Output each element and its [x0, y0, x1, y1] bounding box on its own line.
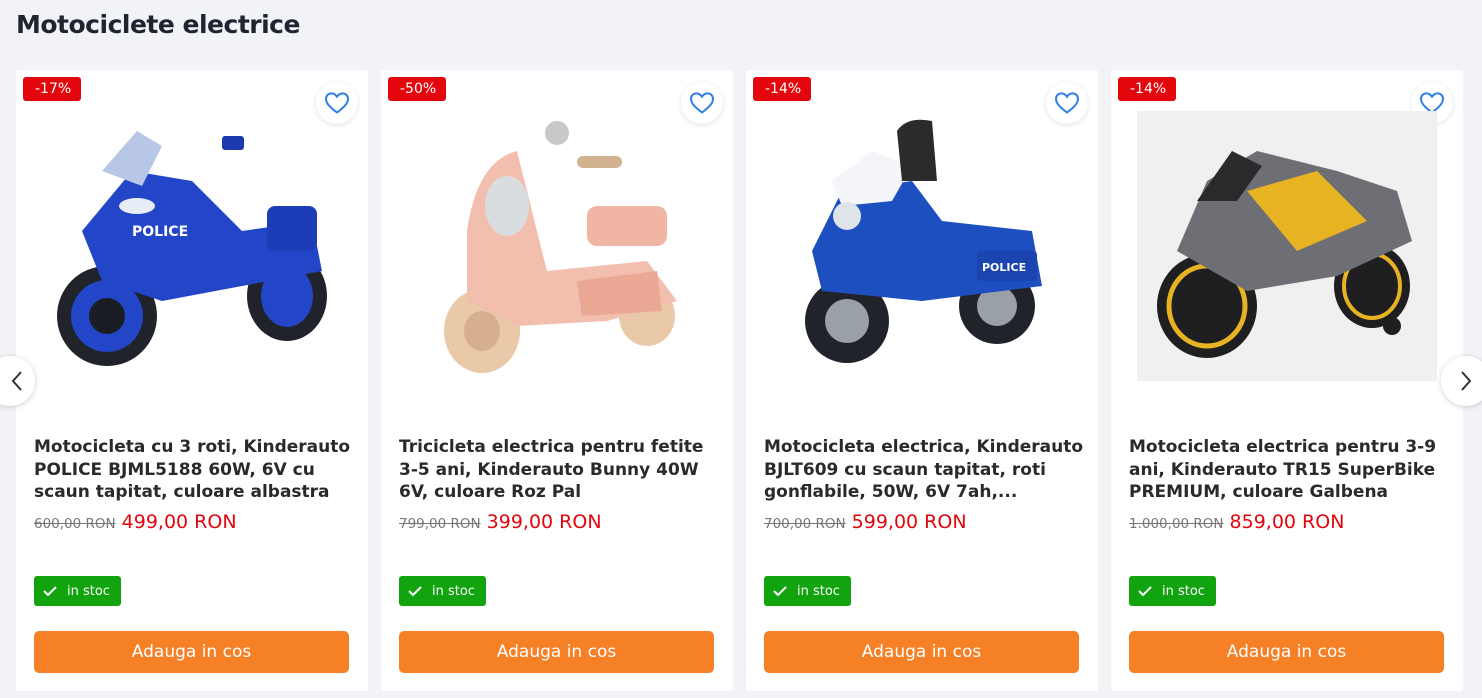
product-card[interactable]: -17% POLICE Motocicleta cu 3 roti, Kinde…	[16, 70, 368, 691]
old-price: 700,00 RON	[764, 516, 846, 532]
stock-label: in stoc	[1162, 583, 1205, 599]
new-price: 599,00 RON	[851, 511, 967, 533]
price-block: 600,00 RON 499,00 RON	[34, 511, 237, 533]
product-title[interactable]: Motocicleta electrica, Kinderauto BJLT60…	[764, 436, 1084, 504]
product-title[interactable]: Tricicleta electrica pentru fetite 3-5 a…	[399, 436, 719, 504]
stock-badge: in stoc	[34, 576, 121, 606]
price-block: 1.000,00 RON 859,00 RON	[1129, 511, 1344, 533]
price-block: 799,00 RON 399,00 RON	[399, 511, 602, 533]
product-title[interactable]: Motocicleta cu 3 roti, Kinderauto POLICE…	[34, 436, 354, 504]
product-image[interactable]	[1129, 108, 1445, 384]
stock-badge: in stoc	[399, 576, 486, 606]
product-image[interactable]: POLICE	[34, 108, 350, 384]
check-icon	[1138, 586, 1152, 597]
discount-badge: -17%	[23, 77, 82, 101]
stock-label: in stoc	[67, 583, 110, 599]
product-card[interactable]: -14% Motocicleta electrica pentru 3-9 an…	[1111, 70, 1463, 691]
discount-badge: -14%	[1118, 77, 1177, 101]
old-price: 600,00 RON	[34, 516, 116, 532]
add-to-cart-button[interactable]: Adauga in cos	[399, 631, 714, 673]
stock-badge: in stoc	[1129, 576, 1216, 606]
product-image[interactable]: POLICE	[764, 108, 1080, 384]
svg-text:POLICE: POLICE	[982, 261, 1026, 274]
product-image[interactable]	[399, 108, 715, 384]
check-icon	[408, 586, 422, 597]
discount-badge: -50%	[388, 77, 447, 101]
stock-label: in stoc	[797, 583, 840, 599]
old-price: 1.000,00 RON	[1129, 516, 1224, 532]
product-card[interactable]: -50% Tricicleta electrica pentru fetite …	[381, 70, 733, 691]
product-card[interactable]: -14% POLICE Motocicleta electrica, Kinde…	[746, 70, 1098, 691]
discount-badge: -14%	[753, 77, 812, 101]
stock-label: in stoc	[432, 583, 475, 599]
section-title: Motociclete electrice	[16, 10, 300, 39]
new-price: 859,00 RON	[1229, 511, 1345, 533]
chevron-right-icon	[1461, 371, 1472, 391]
svg-text:POLICE: POLICE	[132, 224, 188, 240]
check-icon	[43, 586, 57, 597]
old-price: 799,00 RON	[399, 516, 481, 532]
add-to-cart-button[interactable]: Adauga in cos	[764, 631, 1079, 673]
new-price: 399,00 RON	[486, 511, 602, 533]
stock-badge: in stoc	[764, 576, 851, 606]
product-title[interactable]: Motocicleta electrica pentru 3-9 ani, Ki…	[1129, 436, 1449, 504]
product-carousel: -17% POLICE Motocicleta cu 3 roti, Kinde…	[16, 70, 1463, 691]
add-to-cart-button[interactable]: Adauga in cos	[1129, 631, 1444, 673]
price-block: 700,00 RON 599,00 RON	[764, 511, 967, 533]
add-to-cart-button[interactable]: Adauga in cos	[34, 631, 349, 673]
chevron-left-icon	[11, 371, 22, 391]
check-icon	[773, 586, 787, 597]
new-price: 499,00 RON	[121, 511, 237, 533]
